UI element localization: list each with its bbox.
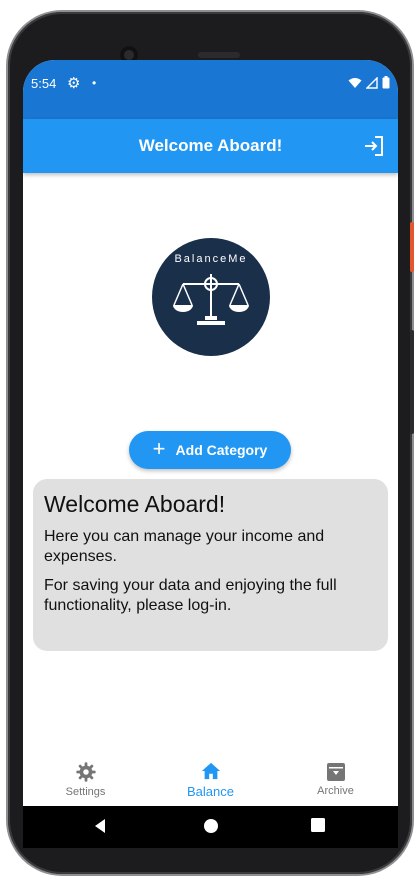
nav-settings[interactable]: Settings	[23, 753, 148, 806]
plus-icon: +	[152, 436, 166, 461]
logo-text: BalanceMe	[174, 253, 248, 265]
page-title: Welcome Aboard!	[138, 136, 283, 155]
home-button-icon[interactable]	[203, 818, 219, 834]
settings-gear-icon: ⚙	[67, 75, 81, 92]
nav-archive-label: Archive	[317, 785, 354, 797]
nav-balance[interactable]: Balance	[148, 753, 273, 806]
home-icon	[201, 762, 220, 779]
welcome-card-line1: Here you can manage your income and expe…	[44, 528, 325, 565]
nav-settings-label: Settings	[65, 786, 106, 798]
welcome-card: Welcome Aboard! Here you can manage your…	[33, 479, 388, 651]
balance-scale-icon	[173, 274, 249, 325]
recents-icon[interactable]	[311, 818, 325, 832]
add-category-label: Add Category	[175, 442, 268, 458]
battery-icon	[382, 76, 390, 89]
archive-icon	[326, 763, 345, 781]
nav-archive[interactable]: Archive	[273, 753, 398, 806]
system-navigation-bar	[23, 806, 398, 848]
power-button	[410, 222, 414, 272]
login-icon[interactable]	[362, 134, 386, 158]
phone-screen: 5:54 ⚙ • Welcome Aboard! BalanceMe + Add…	[23, 60, 398, 848]
status-time: 5:54	[31, 76, 57, 91]
volume-rocker	[410, 330, 414, 434]
welcome-card-title: Welcome Aboard!	[44, 491, 226, 517]
notification-dot: •	[92, 76, 97, 90]
signal-icon	[366, 76, 378, 89]
app-logo: BalanceMe	[152, 238, 270, 356]
bottom-navigation: Settings Balance Archive	[23, 753, 398, 806]
add-category-button[interactable]: + Add Category	[129, 431, 291, 469]
earpiece-speaker	[198, 52, 240, 58]
app-bar: Welcome Aboard!	[23, 119, 398, 173]
nav-balance-label: Balance	[187, 783, 234, 799]
welcome-card-line2: For saving your data and enjoying the fu…	[44, 577, 337, 614]
wifi-icon	[348, 77, 362, 88]
status-bar: 5:54 ⚙ •	[23, 60, 398, 119]
gear-icon	[75, 762, 96, 782]
back-icon[interactable]	[93, 818, 107, 834]
status-icons	[348, 76, 390, 89]
